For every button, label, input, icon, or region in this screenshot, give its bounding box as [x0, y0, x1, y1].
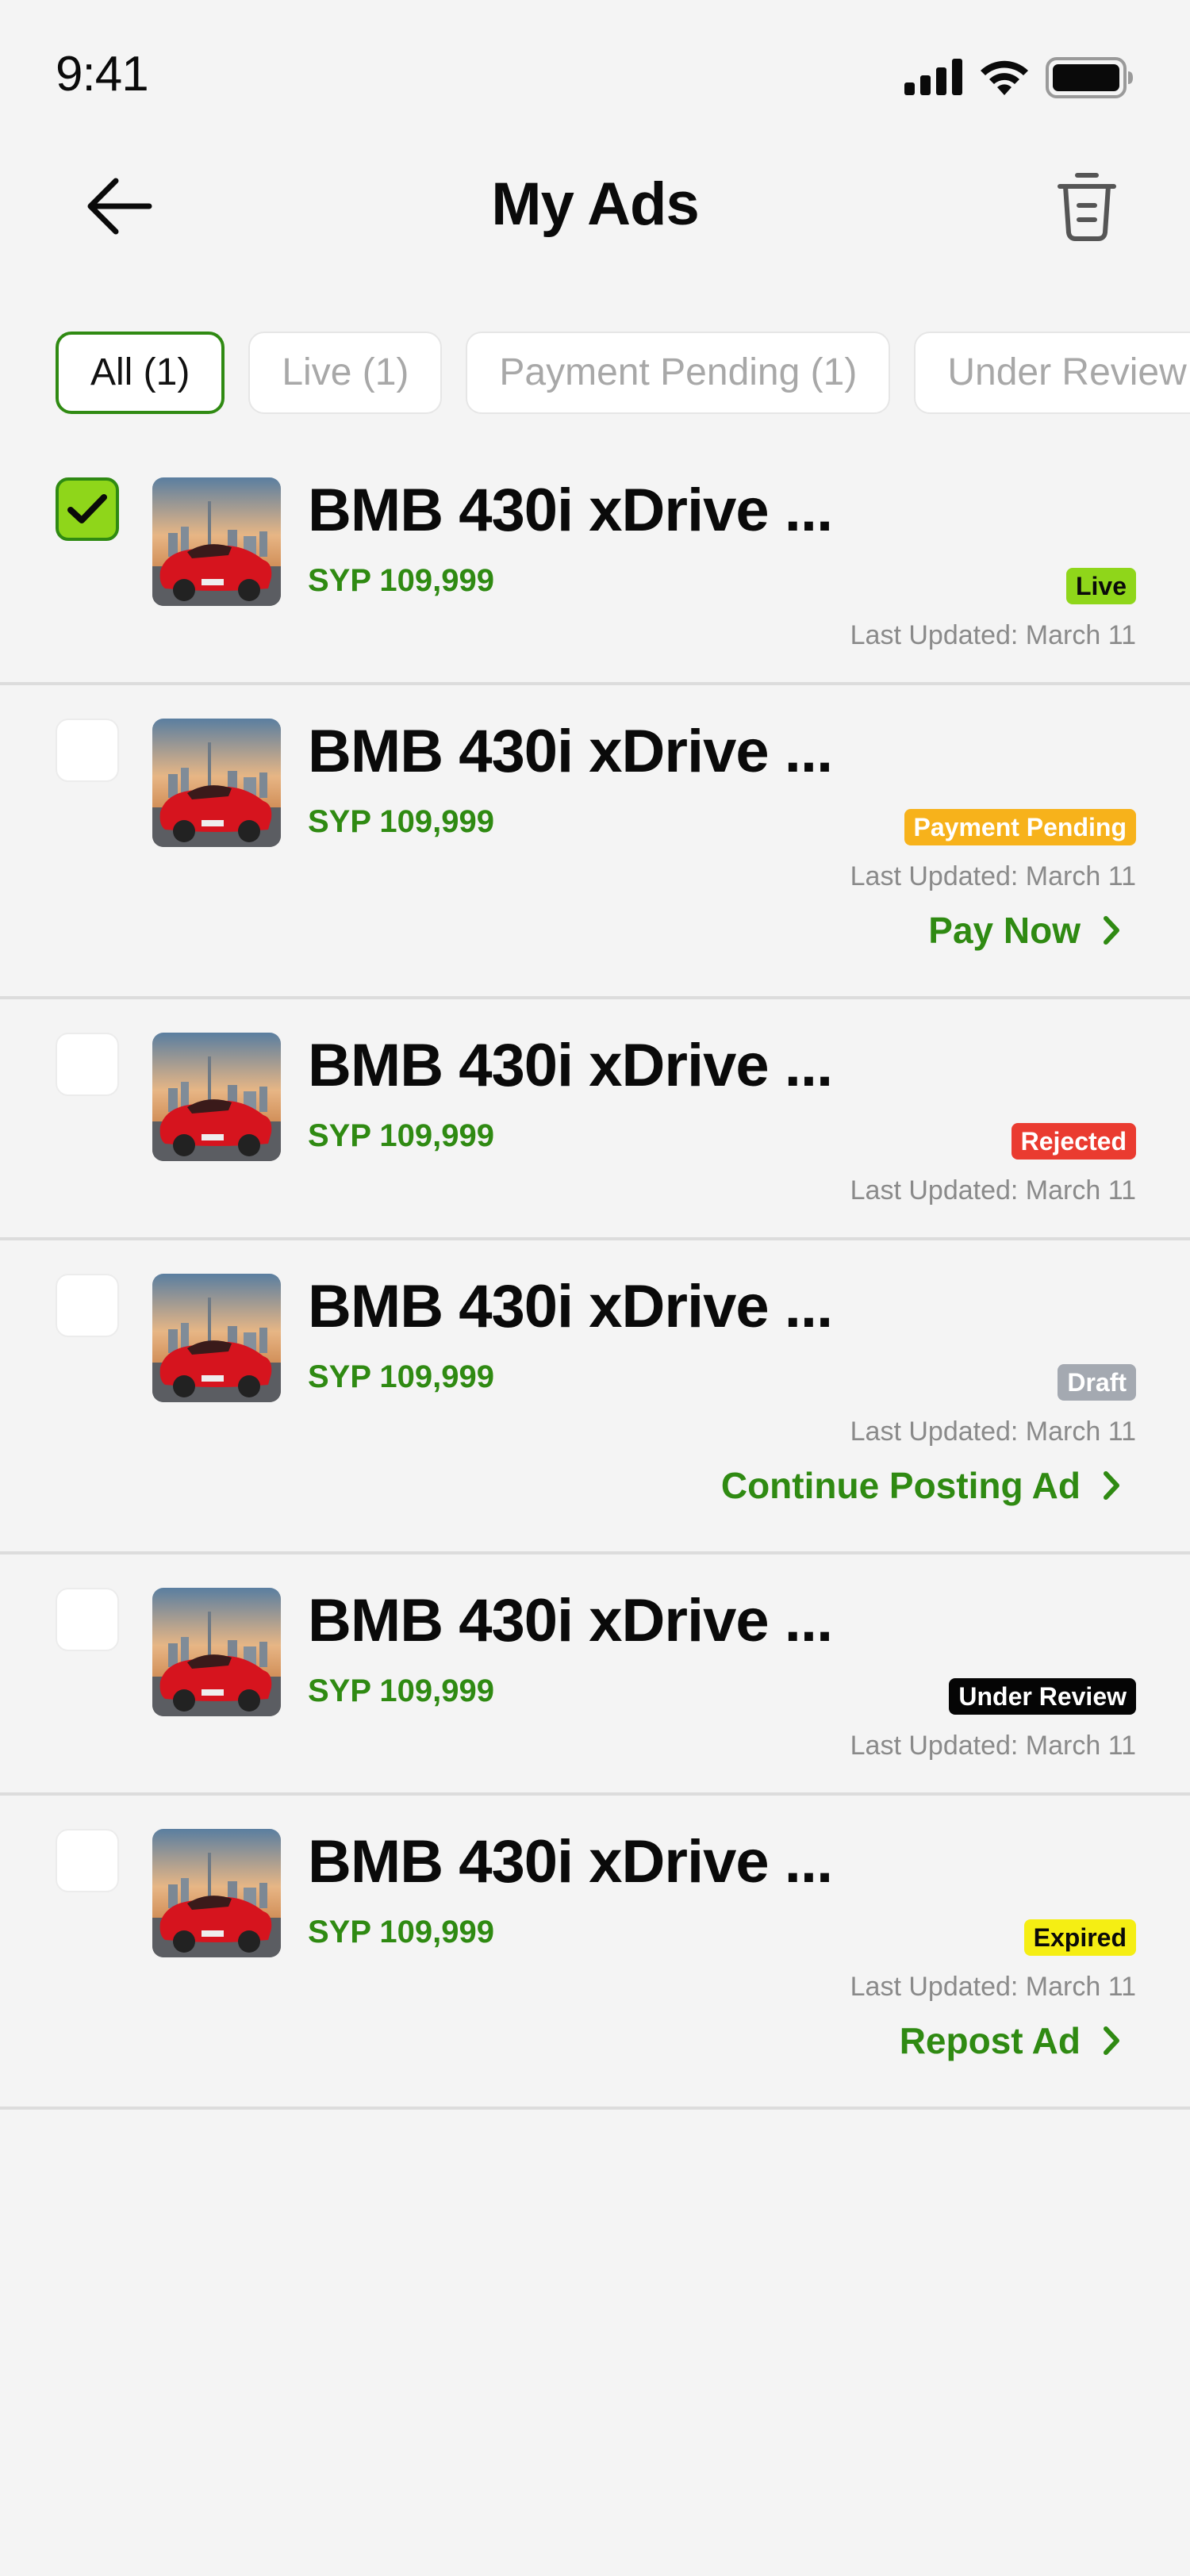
- ad-list-item[interactable]: BMB 430i xDrive ... SYP 109,999 Expired Las…: [0, 1796, 1190, 2110]
- last-updated: Last Updated: March 11: [850, 1175, 1136, 1206]
- select-checkbox[interactable]: [56, 477, 119, 541]
- status-badge: Draft: [1058, 1364, 1136, 1401]
- ad-title[interactable]: BMB 430i xDrive ...: [308, 1272, 833, 1341]
- ad-price: SYP 109,999: [308, 563, 495, 598]
- ad-list-item[interactable]: BMB 430i xDrive ... SYP 109,999 Under Revi…: [0, 1554, 1190, 1796]
- ad-price: SYP 109,999: [308, 1673, 495, 1708]
- select-checkbox[interactable]: [56, 1588, 119, 1651]
- ad-action-link[interactable]: Continue Posting Ad: [721, 1464, 1120, 1507]
- status-bar: 9:41: [0, 0, 1190, 143]
- ad-title[interactable]: BMB 430i xDrive ...: [308, 1827, 833, 1896]
- ad-thumbnail[interactable]: [152, 1274, 281, 1402]
- ad-action-label: Pay Now: [928, 910, 1081, 951]
- ad-action-link[interactable]: Repost Ad: [900, 2019, 1120, 2062]
- status-badge: Live: [1065, 568, 1136, 604]
- select-checkbox[interactable]: [56, 1829, 119, 1892]
- ads-list: BMB 430i xDrive ... SYP 109,999 Live Last U…: [0, 444, 1190, 2110]
- header: My Ads: [0, 143, 1190, 270]
- chevron-right-icon: [1104, 1471, 1119, 1500]
- ad-list-item[interactable]: BMB 430i xDrive ... SYP 109,999 Payment Pe…: [0, 685, 1190, 999]
- delete-button[interactable]: [1047, 167, 1127, 246]
- ad-thumbnail[interactable]: [152, 477, 281, 606]
- status-time: 9:41: [56, 47, 149, 102]
- ad-title[interactable]: BMB 430i xDrive ...: [308, 1031, 833, 1100]
- ad-list-item[interactable]: BMB 430i xDrive ... SYP 109,999 Live Last U…: [0, 444, 1190, 685]
- ad-title[interactable]: BMB 430i xDrive ...: [308, 1586, 833, 1655]
- cellular-signal-icon: [904, 59, 962, 95]
- ad-list-item[interactable]: BMB 430i xDrive ... SYP 109,999 Draft Last …: [0, 1240, 1190, 1554]
- status-badge: Rejected: [1011, 1123, 1136, 1160]
- ad-thumbnail[interactable]: [152, 1588, 281, 1716]
- chevron-right-icon: [1104, 2026, 1119, 2055]
- ad-price: SYP 109,999: [308, 1359, 495, 1394]
- ad-list-item[interactable]: BMB 430i xDrive ... SYP 109,999 Rejected La…: [0, 999, 1190, 1240]
- status-badge: Payment Pending: [904, 809, 1136, 845]
- ad-action-link[interactable]: Pay Now: [928, 909, 1120, 952]
- tab-live[interactable]: Live (1): [248, 332, 443, 414]
- status-badge: Expired: [1023, 1919, 1136, 1956]
- tab-under-review[interactable]: Under Review (1): [914, 332, 1190, 414]
- ad-action-label: Continue Posting Ad: [720, 1465, 1081, 1506]
- filter-tabs: All (1) Live (1) Payment Pending (1) Under …: [56, 332, 1190, 417]
- last-updated: Last Updated: March 11: [850, 1731, 1136, 1761]
- ad-thumbnail[interactable]: [152, 1033, 281, 1161]
- checkmark-icon: [67, 494, 107, 523]
- ad-title[interactable]: BMB 430i xDrive ...: [308, 476, 833, 545]
- tab-all[interactable]: All (1): [56, 332, 225, 414]
- ad-action-label: Repost Ad: [899, 2020, 1081, 2061]
- select-checkbox[interactable]: [56, 1033, 119, 1096]
- wifi-icon: [981, 60, 1028, 95]
- ad-title[interactable]: BMB 430i xDrive ...: [308, 717, 833, 786]
- battery-icon: [1046, 57, 1133, 98]
- last-updated: Last Updated: March 11: [850, 861, 1136, 891]
- trash-icon: [1058, 173, 1116, 241]
- last-updated: Last Updated: March 11: [850, 620, 1136, 650]
- ad-price: SYP 109,999: [308, 804, 495, 839]
- ad-price: SYP 109,999: [308, 1118, 495, 1153]
- ad-thumbnail[interactable]: [152, 1829, 281, 1957]
- page-title: My Ads: [491, 171, 699, 238]
- select-checkbox[interactable]: [56, 1274, 119, 1337]
- select-checkbox[interactable]: [56, 719, 119, 782]
- last-updated: Last Updated: March 11: [850, 1972, 1136, 2002]
- ad-thumbnail[interactable]: [152, 719, 281, 847]
- last-updated: Last Updated: March 11: [850, 1416, 1136, 1447]
- chevron-right-icon: [1104, 916, 1119, 945]
- tab-payment-pending[interactable]: Payment Pending (1): [466, 332, 891, 414]
- ad-price: SYP 109,999: [308, 1915, 495, 1949]
- status-badge: Under Review: [949, 1678, 1136, 1715]
